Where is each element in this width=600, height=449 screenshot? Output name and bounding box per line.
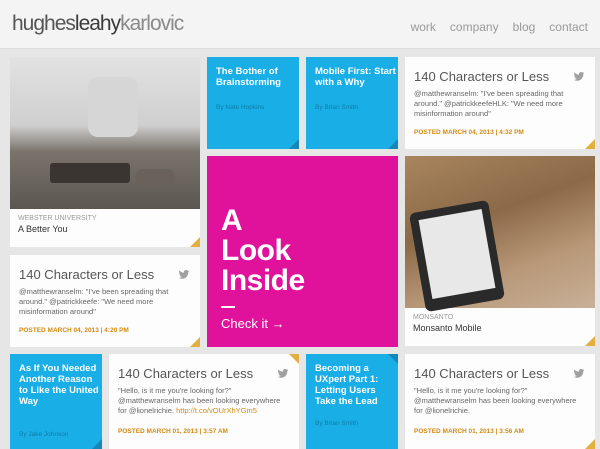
webster-photo	[10, 57, 200, 209]
folded-corner-icon	[388, 139, 398, 149]
tweet-card[interactable]: 140 Characters or Less "Hello, is it me …	[109, 354, 299, 449]
blog-post-united-way[interactable]: As If You Needed Another Reason to Like …	[10, 354, 102, 449]
brainstorming-byline: By Nate Hopkins	[216, 104, 265, 111]
photo-object-2	[135, 169, 175, 185]
twitter-bird-icon	[573, 72, 585, 81]
tweet-card[interactable]: 140 Characters or Less @matthewranselm: …	[10, 255, 200, 347]
tweet-body: @matthewranselm: "I've been spreading th…	[19, 287, 169, 316]
folded-corner-icon	[585, 139, 595, 149]
tweet-meta: POSTED MARCH 01, 2013 | 3:57 AM	[118, 428, 228, 435]
folded-corner-icon	[190, 337, 200, 347]
tweet-body: "Hello, is it me you're looking for?" @m…	[414, 386, 577, 415]
tweet-body: @matthewranselm: "I've been spreading th…	[414, 89, 564, 118]
case-study-monsanto[interactable]: MONSANTO Monsanto Mobile	[405, 156, 595, 346]
main-nav: work company blog contact	[411, 20, 588, 34]
nav-blog[interactable]: blog	[513, 20, 536, 34]
blog-post-uxpert[interactable]: Becoming a UXpert Part 1: Letting Users …	[306, 354, 398, 449]
brainstorming-title: The Bother of Brainstorming	[216, 66, 281, 88]
tweet-meta: POSTED MARCH 01, 2013 | 3:56 AM	[414, 428, 524, 435]
hero-line-1: A	[221, 204, 243, 237]
photo-object	[50, 163, 130, 183]
check-it-link[interactable]: Check it →	[221, 316, 285, 331]
mobile-first-byline: By Brian Smith	[315, 104, 358, 111]
monsanto-photo	[405, 156, 595, 313]
tweet-title: 140 Characters or Less	[19, 267, 155, 282]
hero-divider	[221, 306, 235, 308]
twitter-bird-icon	[573, 369, 585, 378]
tweet-link[interactable]: http://t.co/vOUrXhYGm5	[176, 406, 257, 415]
logo-part-karlovic: karlovic	[120, 12, 184, 35]
tweet-title: 140 Characters or Less	[414, 69, 550, 84]
uxpert-title: Becoming a UXpert Part 1: Letting Users …	[315, 363, 379, 407]
folded-corner-icon	[289, 139, 299, 149]
tweet-title: 140 Characters or Less	[414, 366, 550, 381]
site-header: hughesleahykarlovic work company blog co…	[0, 0, 600, 49]
nav-company[interactable]: company	[450, 20, 499, 34]
hero-look-inside[interactable]: A Look Inside Check it →	[207, 156, 398, 347]
tweet-meta: POSTED MARCH 04, 2013 | 4:32 PM	[414, 129, 524, 136]
photo-lamp	[88, 77, 138, 137]
blog-post-mobile-first[interactable]: Mobile First: Start with a Why By Brian …	[306, 57, 398, 149]
monsanto-title: Monsanto Mobile	[413, 323, 482, 333]
blog-post-brainstorming[interactable]: The Bother of Brainstorming By Nate Hopk…	[207, 57, 299, 149]
webster-caption: WEBSTER UNIVERSITY A Better You	[18, 215, 97, 234]
hero-title: A Look Inside	[221, 206, 305, 296]
webster-client: WEBSTER UNIVERSITY	[18, 215, 97, 222]
hero-line-3: Inside	[221, 264, 305, 297]
tweet-body: "Hello, is it me you're looking for?" @m…	[118, 386, 288, 416]
folded-corner-icon	[92, 439, 102, 449]
folded-corner-icon	[190, 237, 200, 247]
folded-corner-icon	[585, 336, 595, 346]
nav-work[interactable]: work	[411, 20, 436, 34]
webster-title: A Better You	[18, 224, 68, 234]
photo-phone-screen	[418, 209, 496, 299]
mobile-first-title: Mobile First: Start with a Why	[315, 66, 396, 88]
twitter-bird-icon	[277, 369, 289, 378]
tweet-title: 140 Characters or Less	[118, 366, 254, 381]
folded-corner-icon	[289, 354, 299, 364]
monsanto-client: MONSANTO	[413, 314, 454, 321]
nav-contact[interactable]: contact	[549, 20, 588, 34]
logo-part-hughes: hughes	[12, 12, 76, 35]
united-way-byline: By Jake Johnson	[19, 431, 69, 438]
case-study-webster[interactable]: WEBSTER UNIVERSITY A Better You	[10, 57, 200, 247]
site-logo[interactable]: hughesleahykarlovic	[12, 12, 184, 36]
hero-line-2: Look	[221, 234, 291, 267]
tweet-card[interactable]: 140 Characters or Less "Hello, is it me …	[405, 354, 595, 449]
monsanto-caption: MONSANTO Monsanto Mobile	[413, 314, 482, 333]
tweet-meta: POSTED MARCH 04, 2013 | 4:20 PM	[19, 327, 129, 334]
united-way-title: As If You Needed Another Reason to Like …	[19, 363, 99, 407]
logo-part-leahy: leahy	[74, 12, 121, 35]
folded-corner-icon	[388, 354, 398, 364]
uxpert-byline: By Brian Smith	[315, 420, 358, 427]
tweet-card[interactable]: 140 Characters or Less @matthewranselm: …	[405, 57, 595, 149]
twitter-bird-icon	[178, 270, 190, 279]
folded-corner-icon	[585, 439, 595, 449]
